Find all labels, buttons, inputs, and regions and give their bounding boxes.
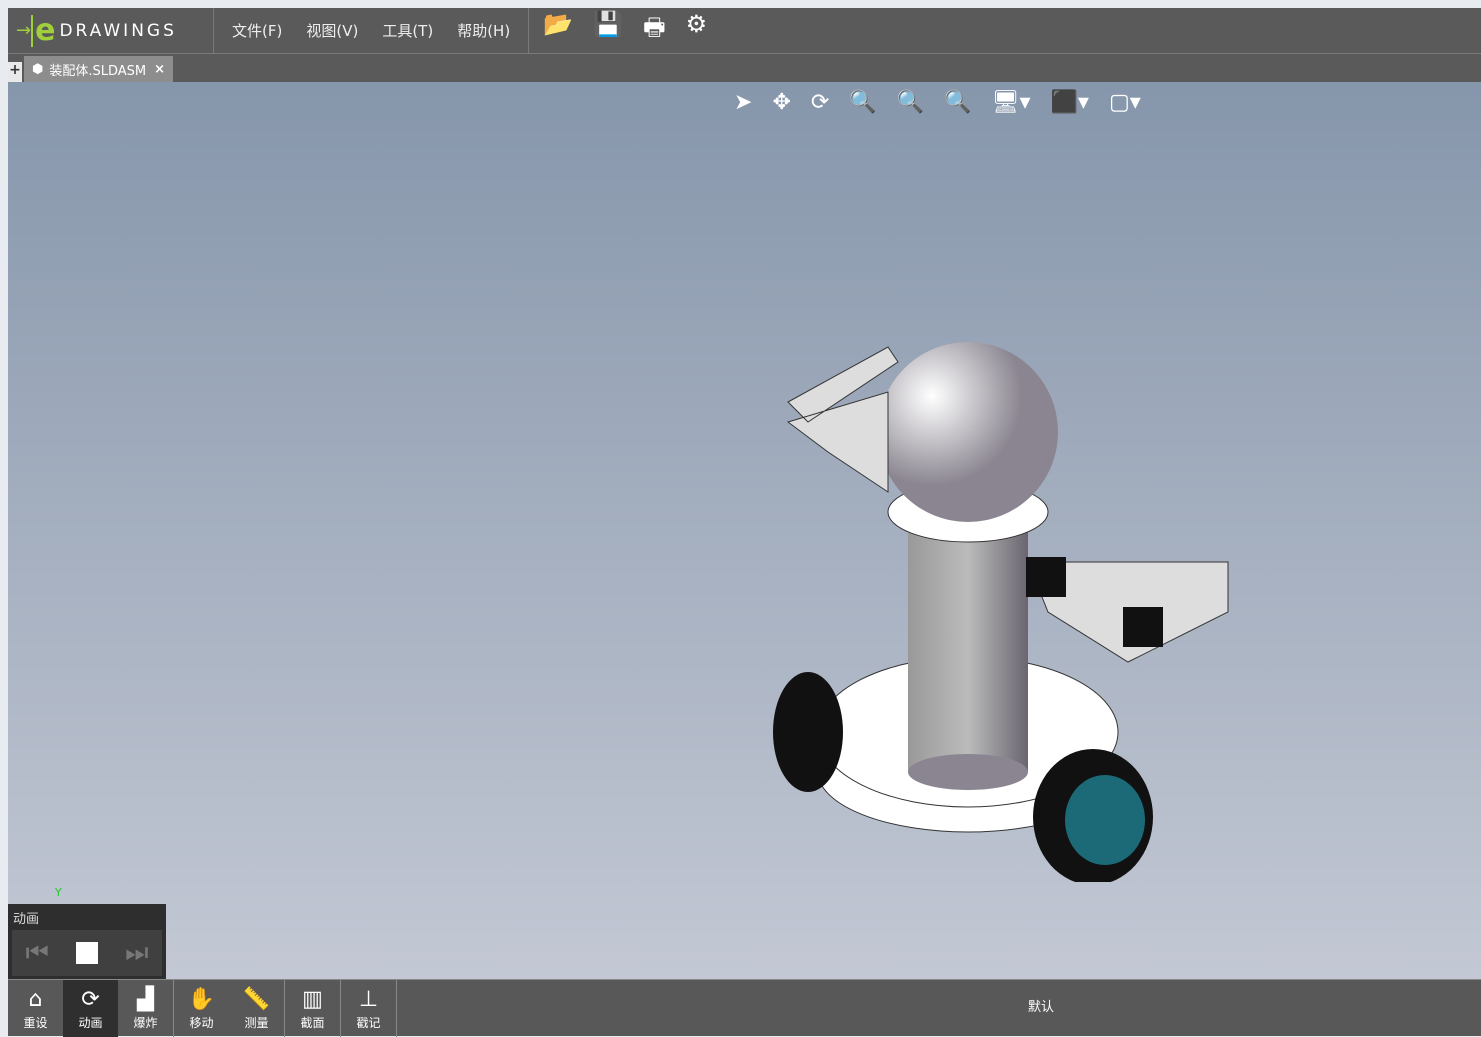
section-button[interactable]: ▥ 截面	[285, 980, 340, 1037]
robot-model	[773, 342, 1229, 882]
edrawings-logo: → e DRAWINGS	[8, 7, 214, 54]
home-icon: ⌂	[28, 986, 43, 1012]
reset-button[interactable]: ⌂ 重设	[8, 980, 63, 1037]
view-toolbar: ➤ ✥ ⟳ 🔍 🔍 🔍 🖥▾ ⬛▾ ▢▾	[734, 90, 1141, 115]
measure-button[interactable]: 📏 测量	[229, 980, 284, 1037]
explode-button[interactable]: ▟ 爆炸	[118, 980, 173, 1037]
menu-bar: 文件(F) 视图(V) 工具(T) 帮助(H)	[214, 7, 530, 54]
menu-help[interactable]: 帮助(H)	[445, 20, 522, 41]
3d-viewport[interactable]: ➤ ✥ ⟳ 🔍 🔍 🔍 🖥▾ ⬛▾ ▢▾	[8, 82, 1481, 979]
box-icon[interactable]: ▢▾	[1109, 90, 1141, 115]
explode-icon: ▟	[137, 986, 154, 1012]
menu-tools[interactable]: 工具(T)	[370, 20, 445, 41]
stamp-icon: ⊥	[358, 986, 379, 1012]
stop-button[interactable]	[76, 942, 98, 964]
zoom-icon[interactable]: 🔍	[944, 90, 971, 115]
print-icon[interactable]: 🖶	[643, 10, 666, 51]
save-icon[interactable]: 💾	[593, 10, 623, 51]
menu-view[interactable]: 视图(V)	[294, 20, 370, 41]
title-bar: → e DRAWINGS 文件(F) 视图(V) 工具(T) 帮助(H) 📂 💾 🖶…	[8, 7, 1481, 54]
stamp-button[interactable]: ⊥ 戳记	[341, 980, 396, 1037]
animation-panel: 动画 ⏮ ⏭	[8, 904, 166, 979]
assembly-icon: ⬢	[32, 61, 44, 77]
animate-button[interactable]: ⟳ 动画	[63, 980, 118, 1037]
rotate-icon[interactable]: ⟳	[811, 90, 829, 115]
tab-assembly[interactable]: ⬢ 装配体.SLDASM ×	[24, 56, 173, 82]
tape-icon: 📏	[242, 986, 271, 1012]
zoom-area-icon[interactable]: 🔍	[897, 90, 924, 115]
add-tab-button[interactable]: +	[8, 62, 22, 82]
display-icon[interactable]: 🖥▾	[992, 90, 1031, 115]
gear-icon[interactable]: ⚙	[686, 10, 708, 51]
hand-icon: ✋	[187, 986, 216, 1012]
previous-button[interactable]: ⏮	[26, 938, 49, 969]
tab-bar: + ⬢ 装配体.SLDASM ×	[8, 54, 1481, 82]
open-icon[interactable]: 📂	[543, 10, 573, 51]
pan-icon[interactable]: ✥	[772, 90, 790, 115]
configuration-label[interactable]: 默认	[1028, 996, 1054, 1015]
menu-file[interactable]: 文件(F)	[220, 20, 294, 41]
axis-y-label: Y	[55, 886, 62, 899]
close-tab-button[interactable]: ×	[154, 62, 165, 77]
move-button[interactable]: ✋ 移动	[174, 980, 229, 1037]
select-icon[interactable]: ➤	[734, 90, 752, 115]
section-icon: ▥	[302, 986, 323, 1012]
bottom-toolbar: ⌂ 重设 ⟳ 动画 ▟ 爆炸 ✋ 移动 📏 测量 ▥ 截面 ⊥ 戳记	[8, 979, 1481, 1037]
view-orientation-icon[interactable]: ⬛▾	[1051, 90, 1089, 115]
animation-title: 动画	[13, 912, 40, 927]
next-button[interactable]: ⏭	[125, 938, 148, 969]
animate-icon: ⟳	[81, 986, 100, 1012]
zoom-fit-icon[interactable]: 🔍	[849, 90, 876, 115]
